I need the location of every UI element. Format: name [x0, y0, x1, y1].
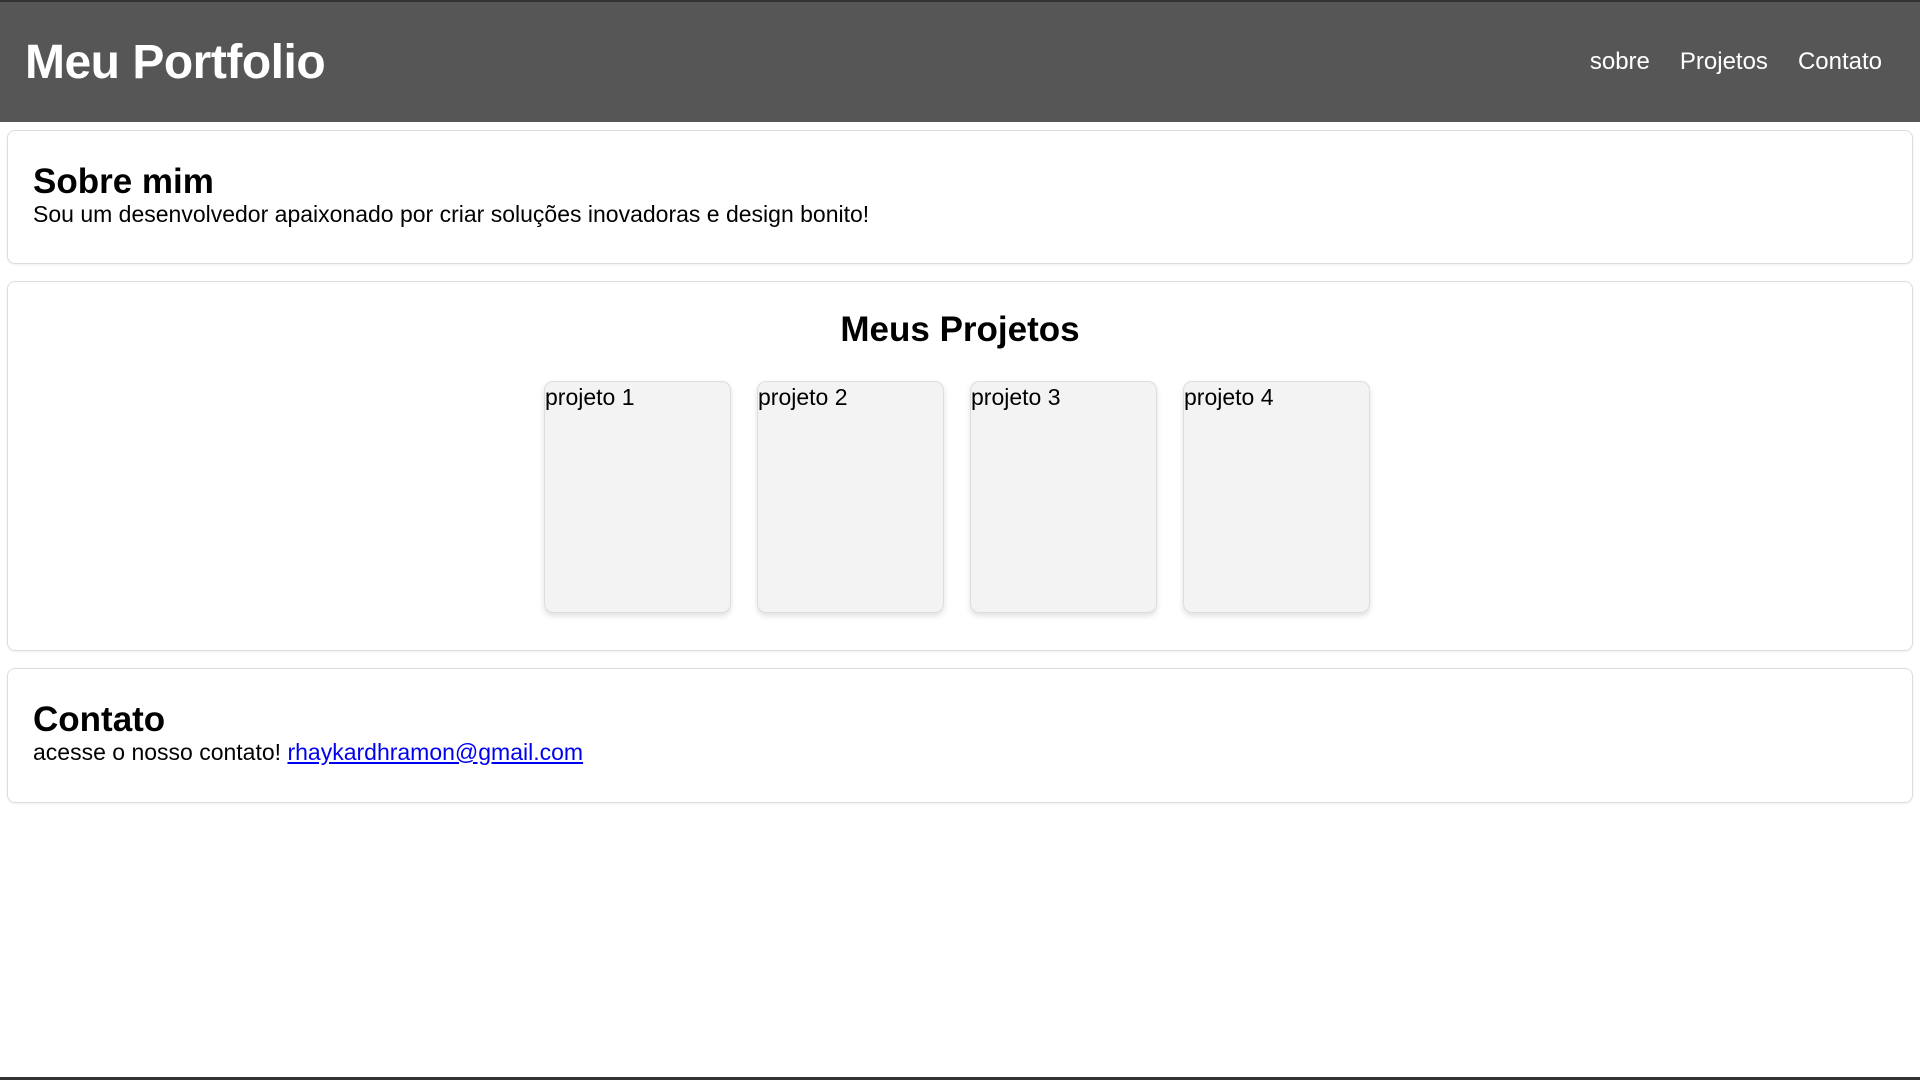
page: Meu Portfolio sobre Projetos Contato Sob…	[0, 0, 1920, 1080]
project-card-2[interactable]: projeto 2	[757, 380, 944, 613]
email-link[interactable]: rhaykardhramon@gmail.com	[287, 739, 583, 765]
nav-link-sobre[interactable]: sobre	[1590, 48, 1650, 76]
project-card-4[interactable]: projeto 4	[1183, 380, 1370, 613]
about-heading: Sobre mim	[33, 162, 214, 201]
project-cards: projeto 1 projeto 2 projeto 3 projeto 4	[8, 380, 1912, 613]
site-title: Meu Portfolio	[25, 35, 326, 89]
project-card-label: projeto 3	[971, 383, 1061, 410]
about-text: Sou um desenvolvedor apaixonado por cria…	[33, 200, 870, 227]
contact-section: Contato acesse o nosso contato! rhaykard…	[7, 668, 1913, 803]
project-card-label: projeto 1	[545, 383, 635, 410]
projects-heading: Meus Projetos	[840, 310, 1080, 349]
contact-heading: Contato	[33, 700, 166, 739]
project-card-1[interactable]: projeto 1	[544, 380, 731, 613]
main-nav: sobre Projetos Contato	[1590, 48, 1882, 76]
project-card-label: projeto 2	[758, 383, 848, 410]
nav-link-projetos[interactable]: Projetos	[1680, 48, 1768, 76]
about-section: Sobre mim Sou um desenvolvedor apaixonad…	[7, 130, 1913, 264]
projects-section: Meus Projetos projeto 1 projeto 2 projet…	[7, 281, 1913, 651]
nav-link-contato[interactable]: Contato	[1798, 48, 1882, 76]
contact-line: acesse o nosso contato! rhaykardhramon@g…	[33, 739, 1887, 767]
project-card-label: projeto 4	[1184, 383, 1274, 410]
contact-text: acesse o nosso contato!	[33, 738, 282, 765]
top-header: Meu Portfolio sobre Projetos Contato	[0, 2, 1920, 122]
project-card-3[interactable]: projeto 3	[970, 380, 1157, 613]
